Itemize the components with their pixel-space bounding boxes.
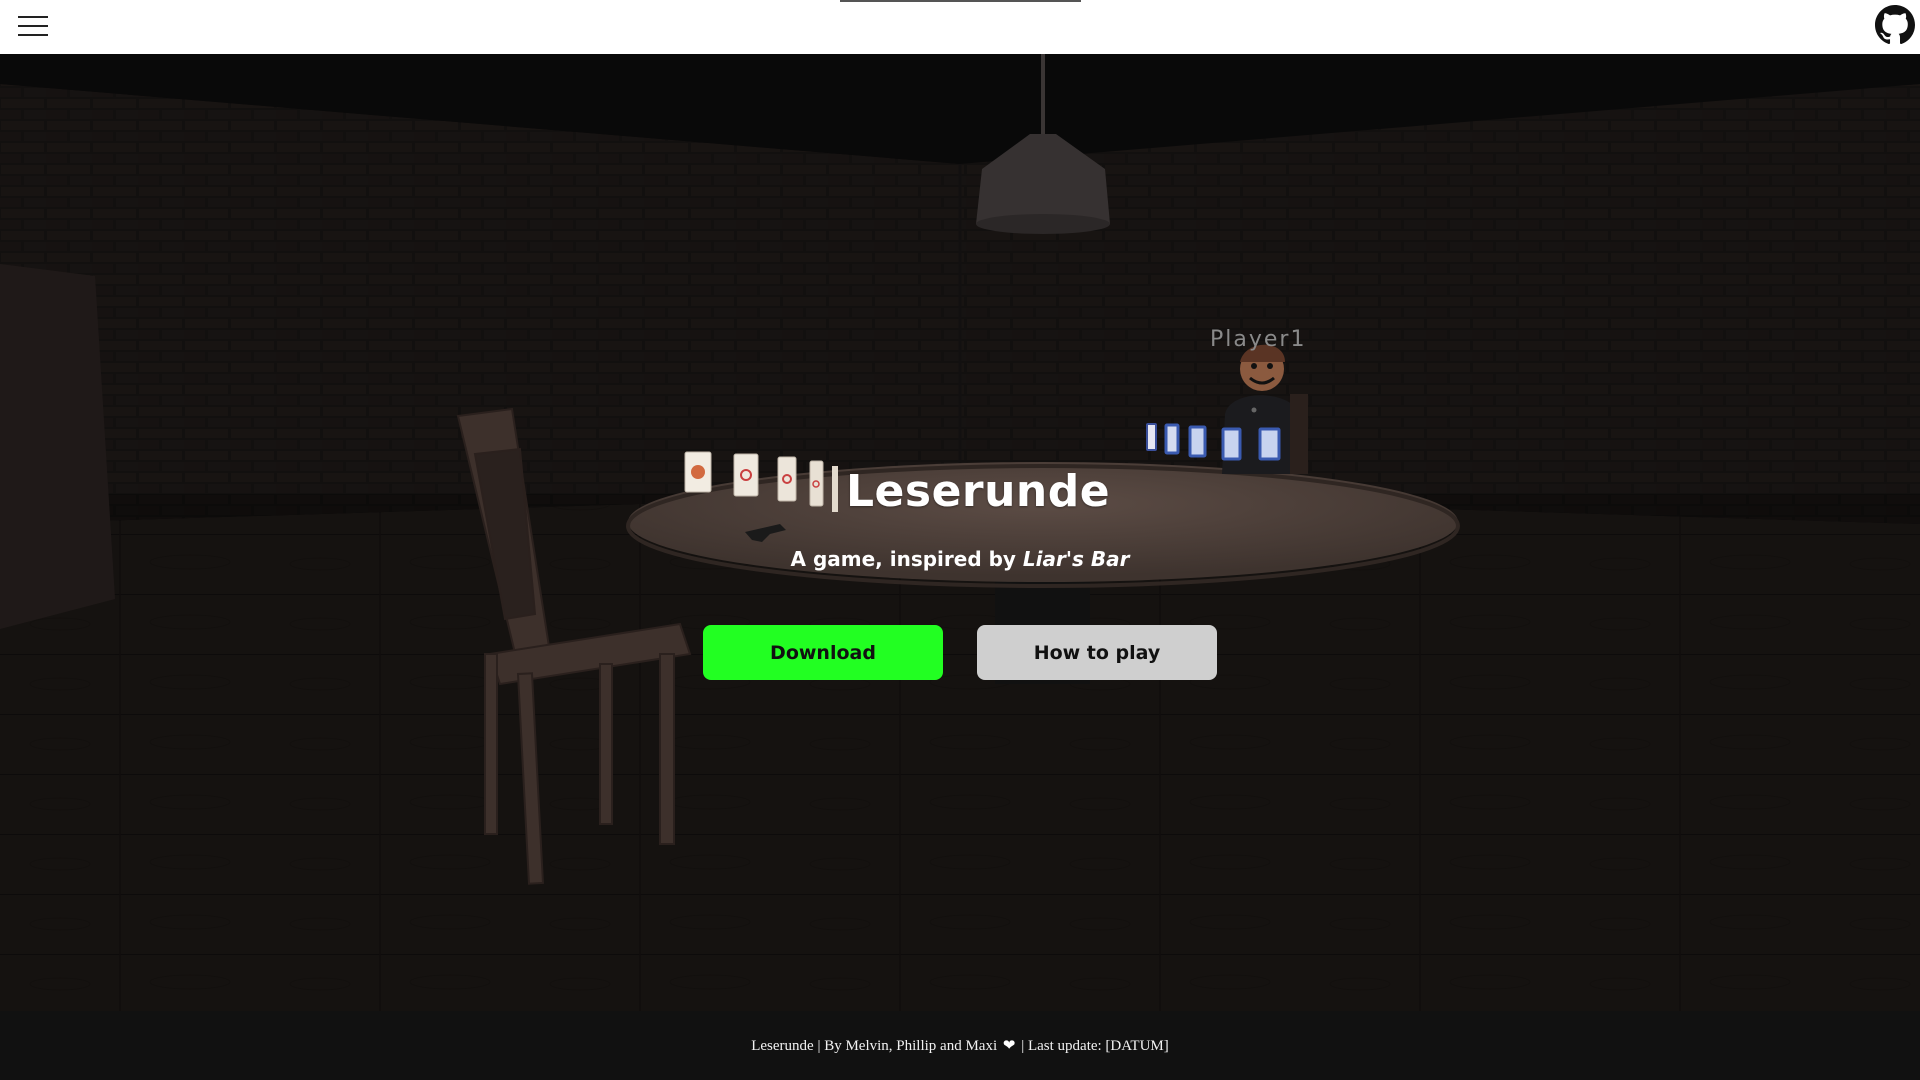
footer-credits: Leserunde | By Melvin, Phillip and Maxi	[751, 1038, 998, 1054]
download-button[interactable]: Download	[703, 625, 943, 680]
how-to-play-button[interactable]: How to play	[977, 625, 1217, 680]
page-root: Player1 Leserunde A game, inspired by Li…	[0, 0, 1920, 1080]
hamburger-menu-icon[interactable]	[18, 14, 48, 38]
footer: Leserunde | By Melvin, Phillip and Maxi …	[0, 1011, 1920, 1080]
footer-text: Leserunde | By Melvin, Phillip and Maxi …	[751, 1036, 1169, 1055]
top-bar	[0, 0, 1920, 54]
player-name-label: Player1	[1210, 327, 1307, 352]
heart-icon: ❤	[1002, 1038, 1016, 1054]
game-scene: Player1	[0, 54, 1920, 1011]
subtitle-prefix: A game, inspired by	[790, 547, 1023, 571]
subtitle-emphasis: Liar's Bar	[1022, 547, 1130, 571]
page-title: Leserunde	[846, 466, 1111, 517]
top-divider	[840, 0, 1081, 2]
subtitle: A game, inspired by Liar's Bar	[0, 547, 1920, 571]
footer-update: | Last update: [DATUM]	[1021, 1038, 1169, 1054]
github-icon[interactable]	[1875, 5, 1915, 45]
